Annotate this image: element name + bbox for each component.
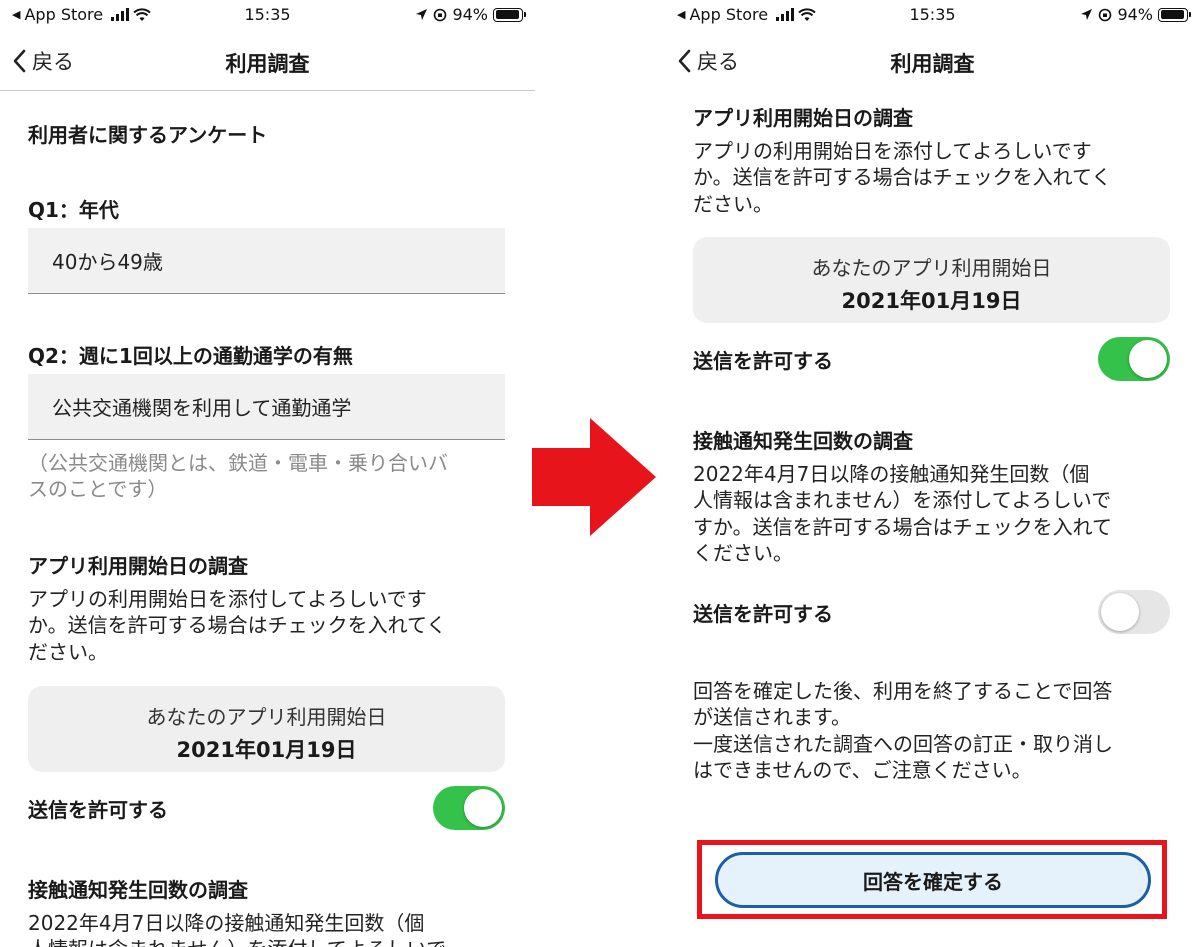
- status-bar: ◀ App Store 15:35 94%: [665, 0, 1200, 32]
- battery-percent: 94%: [1117, 5, 1153, 24]
- q2-note-line: スのことです）: [28, 477, 168, 502]
- survey-section-title: 利用者に関するアンケート: [28, 123, 268, 147]
- start-date-value: 2021年01月19日: [176, 738, 357, 762]
- contact-count-description: 2022年4月7日以降の接触通知発生回数（個 人情報は含まれません）を添付してよ…: [28, 910, 505, 947]
- start-date-card-label: あなたのアプリ利用開始日: [146, 705, 387, 729]
- q1-label: Q1：年代: [28, 198, 119, 222]
- confirm-answers-button[interactable]: 回答を確定する: [715, 852, 1151, 908]
- description-line: ださい。: [28, 639, 108, 664]
- highlight-frame: 回答を確定する: [697, 840, 1167, 919]
- start-date-card: あなたのアプリ利用開始日 2021年01月19日: [693, 237, 1170, 323]
- start-date-permission-toggle[interactable]: [1098, 337, 1170, 381]
- page-title: 利用調査: [890, 52, 975, 76]
- start-date-permission-toggle[interactable]: [433, 786, 505, 830]
- battery-icon: [1158, 7, 1191, 22]
- description-line: 2022年4月7日以降の接触通知発生回数（個: [693, 462, 1090, 486]
- status-bar-right: 94%: [415, 5, 526, 24]
- start-date-card: あなたのアプリ利用開始日 2021年01月19日: [28, 686, 505, 772]
- orientation-lock-icon: [1099, 8, 1112, 21]
- toggle-knob: [1129, 340, 1167, 378]
- q2-value: 公共交通機関を利用して通勤通学: [52, 396, 352, 420]
- q1-value: 40から49歳: [52, 250, 163, 274]
- start-date-heading: アプリ利用開始日の調査: [693, 106, 913, 130]
- notice-line: 一度送信された調査への回答の訂正・取り消し: [693, 731, 1113, 756]
- description-line: すか。送信を許可する場合はチェックを入れて: [693, 514, 1112, 539]
- description-line: ください。: [693, 541, 793, 566]
- left-phone-screen: ◀ App Store 15:35 94% 戻る 利用調査 利用者に関するアンケ…: [0, 0, 535, 947]
- nav-divider: [0, 90, 535, 91]
- description-line: ださい。: [693, 191, 773, 216]
- notice-line: 回答を確定した後、利用を終了することで回答: [693, 679, 1113, 703]
- description-line: か。送信を許可する場合はチェックを入れてく: [693, 165, 1112, 190]
- toggle-knob: [1101, 593, 1139, 631]
- start-date-card-label: あなたのアプリ利用開始日: [811, 256, 1052, 280]
- status-bar: ◀ App Store 15:35 94%: [0, 0, 535, 32]
- q1-age-field[interactable]: 40から49歳: [28, 228, 505, 294]
- confirm-button-label: 回答を確定する: [863, 869, 1003, 894]
- toggle-knob: [464, 789, 502, 827]
- nav-bar: 戻る 利用調査: [665, 36, 1200, 90]
- contact-count-permission-toggle[interactable]: [1098, 590, 1170, 634]
- q2-label: Q2：週に1回以上の通勤通学の有無: [28, 344, 353, 368]
- start-date-heading: アプリ利用開始日の調査: [28, 554, 248, 578]
- start-date-permission-row: 送信を許可する: [693, 335, 1170, 383]
- permission-label: 送信を許可する: [28, 797, 168, 822]
- description-line: 人情報は含まれません）を添付してよろしいで: [28, 936, 505, 947]
- description-line: アプリの利用開始日を添付してよろしいです: [28, 587, 427, 611]
- start-date-value: 2021年01月19日: [841, 289, 1022, 313]
- q2-note-line: （公共交通機関とは、鉄道・電車・乗り合いバ: [28, 451, 448, 475]
- description-line: 人情報は含まれません）を添付してよろしいで: [693, 488, 1112, 513]
- description-line: アプリの利用開始日を添付してよろしいです: [693, 139, 1092, 163]
- contact-count-permission-row: 送信を許可する: [693, 588, 1170, 636]
- contact-count-heading: 接触通知発生回数の調査: [28, 878, 248, 902]
- notice-line: が送信されます。: [693, 705, 851, 730]
- q2-note: （公共交通機関とは、鉄道・電車・乗り合いバ スのことです）: [28, 450, 505, 503]
- location-arrow-icon: [1081, 9, 1093, 20]
- permission-label: 送信を許可する: [693, 601, 833, 626]
- right-phone-screen: ◀ App Store 15:35 94% 戻る 利用調査 アプリ利用開始日の調…: [665, 0, 1200, 947]
- notice-line: はできませんので、ご注意ください。: [693, 758, 1032, 783]
- permission-label: 送信を許可する: [693, 348, 833, 373]
- right-arrow-icon: [532, 418, 656, 536]
- nav-bar: 戻る 利用調査: [0, 36, 535, 90]
- location-arrow-icon: [416, 9, 428, 20]
- status-bar-right: 94%: [1080, 5, 1191, 24]
- orientation-lock-icon: [434, 8, 447, 21]
- contact-count-description: 2022年4月7日以降の接触通知発生回数（個 人情報は含まれません）を添付してよ…: [693, 461, 1170, 567]
- description-line: 2022年4月7日以降の接触通知発生回数（個: [28, 911, 425, 935]
- start-date-permission-row: 送信を許可する: [28, 784, 505, 832]
- page-title: 利用調査: [225, 52, 310, 76]
- description-line: か。送信を許可する場合はチェックを入れてく: [28, 613, 447, 638]
- contact-count-heading: 接触通知発生回数の調査: [693, 429, 913, 453]
- start-date-description: アプリの利用開始日を添付してよろしいです か。送信を許可する場合はチェックを入れ…: [28, 586, 505, 665]
- q2-commute-field[interactable]: 公共交通機関を利用して通勤通学: [28, 374, 505, 440]
- submission-notice: 回答を確定した後、利用を終了することで回答 が送信されます。 一度送信された調査…: [693, 678, 1170, 784]
- battery-icon: [493, 7, 526, 22]
- start-date-description: アプリの利用開始日を添付してよろしいです か。送信を許可する場合はチェックを入れ…: [693, 138, 1170, 217]
- battery-percent: 94%: [452, 5, 488, 24]
